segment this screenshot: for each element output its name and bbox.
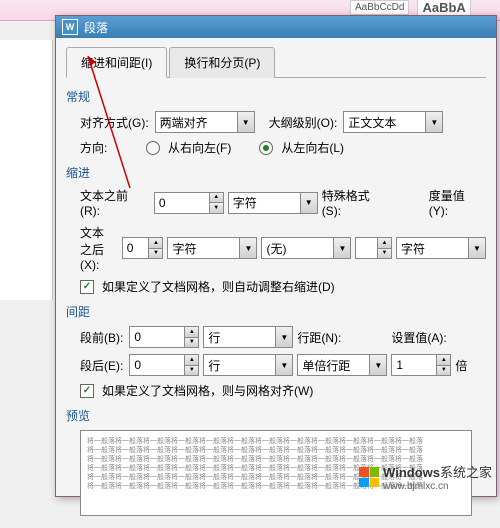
style-preview-1: AaBbCcDd	[350, 0, 409, 15]
snap-grid-checkbox[interactable]: ✓	[80, 384, 94, 398]
measure-unit[interactable]: 字符▼	[396, 237, 486, 259]
linespacing-select[interactable]: 单倍行距▼	[297, 354, 387, 376]
section-preview: 预览	[66, 407, 486, 424]
direction-rtl-label: 从右向左(F)	[168, 139, 231, 156]
outline-label: 大纲级别(O):	[269, 114, 338, 131]
setvalue-spinner[interactable]: 1▲▼	[391, 354, 451, 376]
chevron-down-icon: ▼	[425, 112, 442, 132]
measure-label: 度量值(Y):	[429, 187, 484, 218]
space-before-unit[interactable]: 行▼	[203, 326, 293, 348]
space-before-label: 段前(B):	[80, 329, 123, 346]
direction-rtl-radio[interactable]	[146, 141, 160, 155]
measure-spinner[interactable]: ▲▼	[355, 237, 392, 259]
spin-up-icon: ▲	[209, 193, 223, 204]
linespacing-label: 行距(N):	[297, 329, 341, 346]
special-label: 特殊格式(S):	[322, 187, 389, 218]
spin-down-icon: ▼	[209, 203, 223, 213]
indent-after-spinner[interactable]: 0▲▼	[122, 237, 164, 259]
auto-indent-checkbox[interactable]: ✓	[80, 280, 94, 294]
direction-ltr-radio[interactable]	[259, 141, 273, 155]
space-after-label: 段后(E):	[80, 357, 123, 374]
snap-grid-label: 如果定义了文档网格，则与网格对齐(W)	[102, 382, 313, 399]
chevron-down-icon: ▼	[237, 112, 254, 132]
alignment-label: 对齐方式(G):	[80, 114, 149, 131]
dialog-title: 段落	[84, 19, 108, 36]
windows-logo-icon	[359, 467, 379, 487]
section-spacing: 间距	[66, 303, 486, 320]
alignment-select[interactable]: 两端对齐▼	[155, 111, 255, 133]
chevron-down-icon: ▼	[300, 193, 317, 213]
watermark: Windows系统之家 www.bjmlxc.cn	[359, 462, 492, 492]
indent-after-label: 文本之后(X):	[80, 224, 116, 272]
indent-before-spinner[interactable]: 0▲▼	[154, 192, 224, 214]
setvalue-unit: 倍	[455, 357, 467, 374]
app-icon: W	[62, 19, 78, 35]
indent-after-unit[interactable]: 字符▼	[167, 237, 257, 259]
indent-before-label: 文本之前(R):	[80, 187, 148, 218]
section-indent: 缩进	[66, 164, 486, 181]
dialog-body: 缩进和间距(I) 换行和分页(P) 常规 对齐方式(G): 两端对齐▼ 大纲级别…	[56, 38, 496, 528]
tab-line-page-breaks[interactable]: 换行和分页(P)	[169, 47, 275, 78]
tab-indent-spacing[interactable]: 缩进和间距(I)	[66, 47, 167, 78]
auto-indent-label: 如果定义了文档网格，则自动调整右缩进(D)	[102, 278, 335, 295]
document-ruler	[0, 40, 53, 300]
direction-label: 方向:	[80, 139, 140, 156]
indent-before-unit[interactable]: 字符▼	[228, 192, 318, 214]
tab-strip: 缩进和间距(I) 换行和分页(P)	[66, 46, 486, 78]
background-ribbon: AaBbCcDd AaBbA	[0, 0, 500, 15]
direction-ltr-label: 从左向右(L)	[281, 139, 344, 156]
space-before-spinner[interactable]: 0▲▼	[129, 326, 199, 348]
paragraph-dialog: W 段落 缩进和间距(I) 换行和分页(P) 常规 对齐方式(G): 两端对齐▼…	[55, 15, 497, 497]
space-after-unit[interactable]: 行▼	[203, 354, 293, 376]
section-general: 常规	[66, 88, 486, 105]
setvalue-label: 设置值(A):	[391, 329, 446, 346]
outline-select[interactable]: 正文文本▼	[343, 111, 443, 133]
space-after-spinner[interactable]: 0▲▼	[129, 354, 199, 376]
dialog-titlebar[interactable]: W 段落	[56, 16, 496, 38]
special-select[interactable]: (无)▼	[261, 237, 351, 259]
